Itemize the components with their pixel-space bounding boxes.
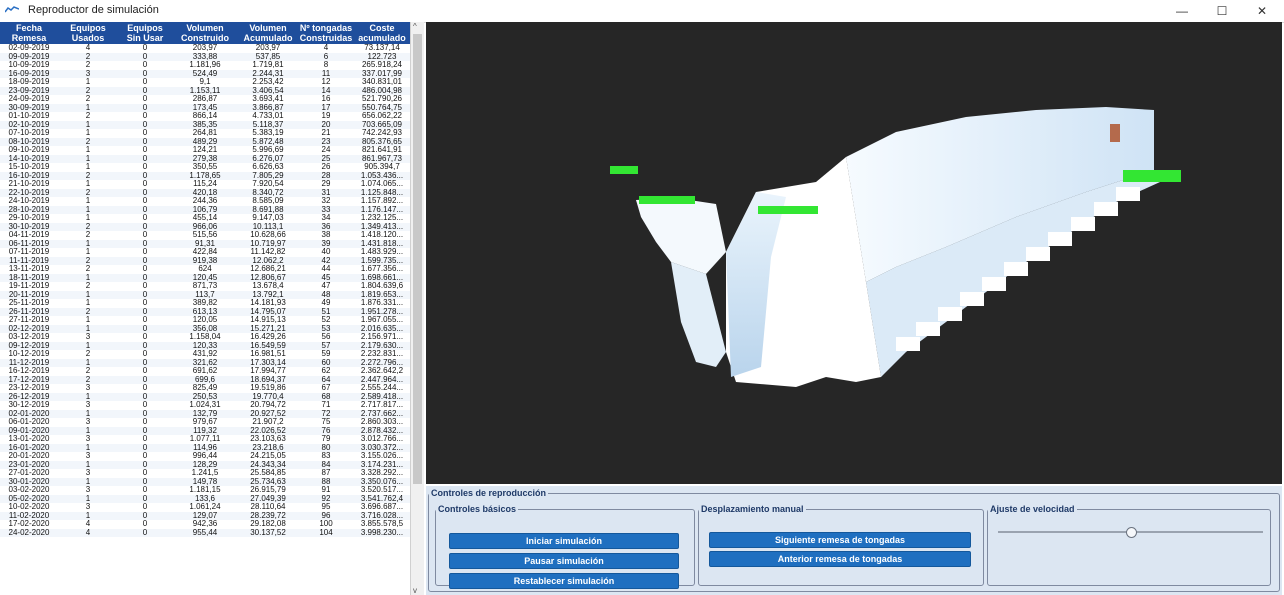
basic-controls-title: Controles básicos [438, 504, 517, 514]
table-body: 02-09-2019 4 0 203,97 203,97 4 73.137,14 09-09-… [0, 44, 410, 595]
header-cost[interactable]: Coste acumulado [354, 22, 410, 44]
speed-slider-thumb[interactable] [1125, 527, 1137, 538]
title-bar: Reproductor de simulación — ☐ ✕ [0, 0, 1284, 23]
speed-controls-title: Ajuste de velocidad [990, 504, 1075, 514]
table-header: Fecha Remesa Equipos Usados Equipos Sin Usar V… [0, 22, 410, 44]
header-built-line: Volumen [186, 23, 224, 33]
header-built[interactable]: Volumen Construido [172, 22, 238, 44]
table-scrollbar[interactable]: ^ v [410, 22, 424, 595]
pause-simulation-button[interactable]: Pausar simulación [449, 553, 679, 569]
header-used[interactable]: Equipos Usados [58, 22, 118, 44]
playback-controls-panel: Controles de reproducción Controles bási… [426, 486, 1282, 595]
cell-accum: 30.137,52 [250, 527, 286, 537]
header-unused[interactable]: Equipos Sin Usar [118, 22, 172, 44]
cell-cost: 3.998.230... [360, 527, 404, 537]
layer-left-arm [639, 196, 695, 204]
cell-unused: 0 [142, 527, 148, 537]
header-used-line: Equipos [70, 23, 106, 33]
header-unused-line: Equipos [127, 23, 163, 33]
cell-layers: 104 [319, 527, 333, 537]
header-layers-line: Nº tongadas [299, 23, 353, 33]
playback-controls-title: Controles de reproducción [431, 488, 547, 498]
cell-built: 955,44 [192, 527, 218, 537]
maximize-button[interactable]: ☐ [1202, 0, 1242, 22]
app-icon [5, 6, 19, 13]
header-date[interactable]: Fecha Remesa [0, 22, 58, 44]
header-unused-line: Sin Usar [126, 33, 164, 43]
header-date-line: Fecha [15, 23, 42, 33]
manual-controls-title: Desplazamiento manual [701, 504, 804, 514]
basic-controls-group: Controles básicos Iniciar simulación Pau… [435, 504, 695, 589]
header-layers-line: Construidas [299, 33, 353, 43]
reset-simulation-button[interactable]: Restablecer simulación [449, 573, 679, 589]
layer-right-tip [1123, 170, 1181, 182]
dam-model [610, 107, 1181, 387]
header-accum-line: Acumulado [243, 33, 293, 43]
3d-viewport[interactable] [426, 22, 1282, 484]
header-cost-line: Coste [369, 23, 395, 33]
start-simulation-button[interactable]: Iniciar simulación [449, 533, 679, 549]
layer-left-tip [610, 166, 638, 174]
previous-batch-button[interactable]: Anterior remesa de tongadas [709, 551, 971, 567]
scrollbar-thumb[interactable] [413, 34, 422, 484]
dam-left-arm [636, 198, 726, 274]
header-cost-line: acumulado [358, 33, 406, 43]
header-accum[interactable]: Volumen Acumulado [238, 22, 298, 44]
table-row[interactable]: 24-02-2020 4 0 955,44 30.137,52 104 3.998.230.… [0, 527, 410, 537]
window-title: Reproductor de simulación [28, 4, 159, 16]
minimize-button[interactable]: — [1162, 0, 1202, 22]
marker-block [1110, 124, 1120, 142]
manual-controls-group: Desplazamiento manual Siguiente remesa d… [698, 504, 984, 586]
cell-used: 4 [85, 527, 91, 537]
next-batch-button[interactable]: Siguiente remesa de tongadas [709, 532, 971, 548]
header-accum-line: Volumen [249, 23, 287, 33]
header-date-line: Remesa [11, 33, 47, 43]
header-used-line: Usados [71, 33, 105, 43]
scroll-down-arrow-icon[interactable]: v [413, 586, 417, 595]
header-layers[interactable]: Nº tongadas Construidas [298, 22, 354, 44]
close-button[interactable]: ✕ [1242, 0, 1282, 22]
cell-date: 24-02-2020 [8, 527, 50, 537]
batch-table: Fecha Remesa Equipos Usados Equipos Sin Usar V… [0, 22, 424, 595]
scroll-up-arrow-icon[interactable]: ^ [413, 22, 417, 31]
layer-center [758, 206, 818, 214]
speed-controls-group: Ajuste de velocidad [987, 504, 1271, 586]
speed-slider[interactable] [998, 527, 1263, 538]
header-built-line: Construido [181, 33, 229, 43]
